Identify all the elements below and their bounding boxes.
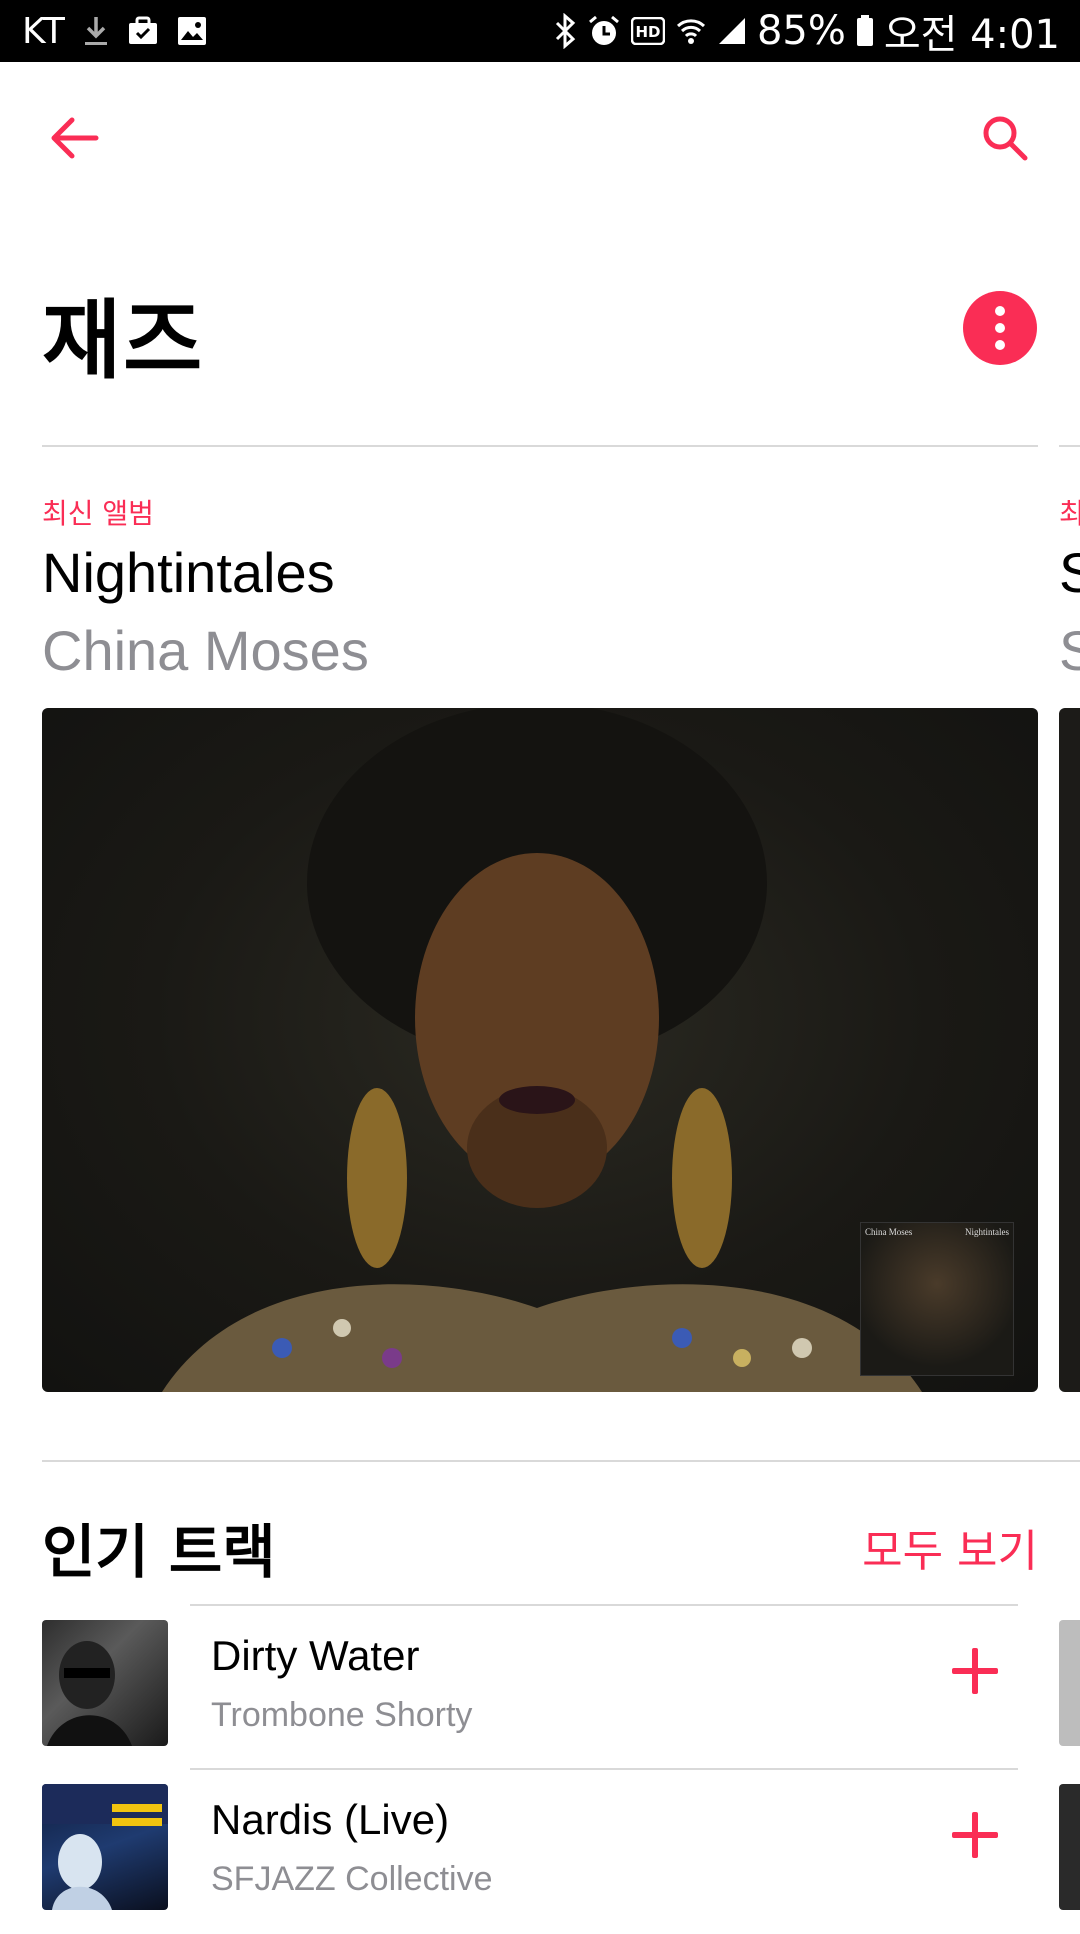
track-artwork [42,1784,168,1910]
next-track-artwork[interactable] [1059,1620,1080,1746]
more-vertical-icon [995,306,1005,316]
next-card-title[interactable]: S [1059,540,1080,605]
carrier-label: KT [22,10,65,52]
page-title: 재즈 [42,291,205,391]
track-artist: Trombone Shorty [211,1696,473,1734]
search-icon [981,114,1029,167]
see-all-link[interactable]: 모두 보기 [862,1515,1038,1579]
more-icon-dot [995,340,1005,350]
header-divider [42,445,1038,447]
image-icon [177,16,207,46]
bag-icon [127,16,159,46]
track-title: Nardis (Live) [211,1796,450,1843]
next-card-artist[interactable]: S [1059,618,1080,683]
header-divider-peek [1059,445,1080,447]
wifi-icon [675,15,707,47]
svg-text:HD: HD [635,23,660,41]
next-track-artwork[interactable] [1059,1784,1080,1910]
alarm-icon [587,14,621,48]
signal-icon [717,16,747,46]
battery-percent: 85% [756,8,846,54]
next-album-art[interactable] [1059,708,1080,1392]
section-divider [42,1460,1080,1462]
back-button[interactable] [40,105,110,175]
cover-title-text: Nightintales [965,1227,1009,1237]
add-track-button[interactable] [950,1810,1000,1860]
track-row[interactable]: Dirty Water Trombone Shorty [0,1606,1080,1770]
add-track-button[interactable] [950,1646,1000,1696]
album-cover-thumbnail: China Moses Nightintales [860,1222,1014,1376]
more-options-button[interactable] [963,291,1037,365]
status-right: HD 85% 오전 4:01 [553,0,1060,62]
popular-tracks-title: 인기 트랙 [42,1518,276,1586]
more-icon-dot [995,323,1005,333]
featured-album-title[interactable]: Nightintales [42,540,335,605]
cover-artist-text: China Moses [865,1227,913,1237]
track-artwork [42,1620,168,1746]
status-bar: KT HD 85% 오전 4:01 [0,0,1080,62]
track-artist: SFJAZZ Collective [211,1860,493,1898]
hd-icon: HD [630,17,665,45]
search-button[interactable] [970,105,1040,175]
featured-album-artist[interactable]: China Moses [42,618,369,683]
next-card-eyebrow: 최 [1059,497,1080,530]
featured-album-art[interactable]: China Moses Nightintales [42,708,1038,1392]
battery-icon [856,15,874,47]
featured-eyebrow: 최신 앨범 [42,497,154,530]
bluetooth-icon [553,13,577,49]
track-title: Dirty Water [211,1632,420,1679]
arrow-left-icon [50,116,100,165]
status-clock: 오전 4:01 [883,12,1060,58]
status-left: KT [22,0,207,62]
download-icon [83,15,109,47]
track-row[interactable]: Nardis (Live) SFJAZZ Collective [0,1770,1080,1934]
